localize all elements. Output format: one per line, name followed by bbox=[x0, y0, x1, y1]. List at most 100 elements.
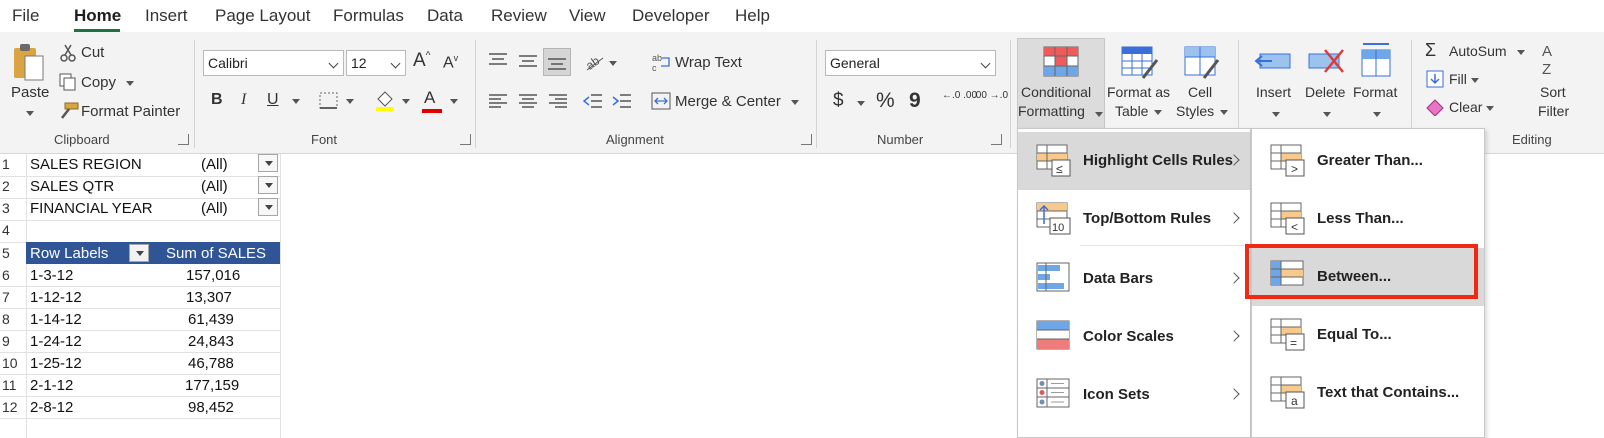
autosum-button[interactable]: AutoSum bbox=[1449, 43, 1525, 59]
increase-indent-icon[interactable] bbox=[612, 93, 632, 109]
borders-dropdown-icon[interactable] bbox=[342, 92, 354, 109]
menu-item-less-than[interactable]: < Less Than... bbox=[1252, 190, 1484, 248]
percent-button[interactable]: % bbox=[876, 89, 895, 113]
format-button[interactable]: Format bbox=[1353, 84, 1397, 100]
row-header[interactable]: 3 bbox=[0, 200, 26, 216]
bottom-align-button[interactable] bbox=[543, 48, 571, 76]
menu-item-greater-than[interactable]: > Greater Than... bbox=[1252, 132, 1484, 190]
row-header[interactable]: 7 bbox=[0, 289, 26, 305]
row-header[interactable]: 9 bbox=[0, 333, 26, 349]
increase-decimal-button[interactable]: ←.0 .00 bbox=[942, 90, 977, 101]
pivot-header-sum-of-sales[interactable]: Sum of SALES bbox=[166, 245, 266, 262]
row-header[interactable]: 6 bbox=[0, 267, 26, 283]
align-left-icon[interactable] bbox=[488, 93, 508, 109]
filter-dropdown-sales-region[interactable] bbox=[258, 154, 278, 172]
pivot-row-value[interactable]: 177,159 bbox=[185, 377, 239, 394]
font-size-select[interactable]: 12 bbox=[346, 50, 406, 76]
wrap-text-button[interactable]: Wrap Text bbox=[675, 54, 742, 71]
filter-value-sales-qtr[interactable]: (All) bbox=[201, 178, 228, 195]
pivot-row-label[interactable]: 1-25-12 bbox=[30, 355, 82, 372]
underline-button[interactable]: U bbox=[267, 91, 279, 109]
number-format-select[interactable]: General bbox=[825, 50, 996, 76]
tab-formulas[interactable]: Formulas bbox=[333, 6, 404, 26]
menu-item-highlight-cells-rules[interactable]: ≤ Highlight Cells Rules bbox=[1018, 132, 1250, 190]
row-header[interactable]: 10 bbox=[0, 355, 26, 371]
fill-color-icon[interactable] bbox=[374, 90, 396, 112]
top-align-icon[interactable] bbox=[488, 52, 508, 66]
menu-item-top-bottom-rules[interactable]: 10 Top/Bottom Rules bbox=[1018, 190, 1250, 248]
clear-button[interactable]: Clear bbox=[1449, 99, 1495, 115]
tab-help[interactable]: Help bbox=[735, 6, 770, 26]
pivot-row-value[interactable]: 46,788 bbox=[188, 355, 234, 372]
insert-button[interactable]: Insert bbox=[1256, 84, 1291, 100]
middle-align-icon[interactable] bbox=[518, 54, 538, 68]
pivot-row-label[interactable]: 2-8-12 bbox=[30, 399, 73, 416]
fill-button[interactable]: Fill bbox=[1449, 71, 1479, 87]
format-as-table-button[interactable]: Format as bbox=[1107, 84, 1170, 100]
tab-review[interactable]: Review bbox=[491, 6, 547, 26]
pivot-row-value[interactable]: 157,016 bbox=[186, 267, 240, 284]
tab-page-layout[interactable]: Page Layout bbox=[215, 6, 310, 26]
pivot-row-value[interactable]: 24,843 bbox=[188, 333, 234, 350]
pivot-row-label[interactable]: 1-14-12 bbox=[30, 311, 82, 328]
tab-data[interactable]: Data bbox=[427, 6, 463, 26]
pivot-row-value[interactable]: 61,439 bbox=[188, 311, 234, 328]
filter-label-sales-qtr[interactable]: SALES QTR bbox=[30, 178, 114, 195]
menu-item-data-bars[interactable]: Data Bars bbox=[1018, 250, 1250, 308]
row-header[interactable]: 8 bbox=[0, 311, 26, 327]
pivot-row-label[interactable]: 1-12-12 bbox=[30, 289, 82, 306]
underline-dropdown-icon[interactable] bbox=[288, 92, 300, 109]
pivot-header-row-labels[interactable]: Row Labels bbox=[30, 245, 108, 262]
row-header[interactable]: 1 bbox=[0, 156, 26, 172]
paste-icon[interactable] bbox=[12, 42, 46, 82]
alignment-launcher-icon[interactable] bbox=[801, 134, 812, 145]
sort-filter-button[interactable]: Sort bbox=[1540, 84, 1566, 100]
delete-button[interactable]: Delete bbox=[1305, 84, 1345, 100]
format-dropdown-icon[interactable] bbox=[1369, 105, 1381, 122]
row-header[interactable]: 11 bbox=[0, 377, 26, 393]
cut-button[interactable]: Cut bbox=[81, 44, 104, 61]
currency-dropdown-icon[interactable] bbox=[853, 94, 865, 111]
cell-styles-button[interactable]: Cell bbox=[1188, 84, 1212, 100]
currency-button[interactable]: $ bbox=[833, 90, 844, 112]
fill-color-dropdown-icon[interactable] bbox=[398, 92, 410, 109]
italic-button[interactable]: I bbox=[241, 91, 246, 109]
tab-insert[interactable]: Insert bbox=[145, 6, 188, 26]
menu-item-icon-sets[interactable]: Icon Sets bbox=[1018, 366, 1250, 424]
row-labels-filter-dropdown[interactable] bbox=[129, 244, 149, 262]
insert-dropdown-icon[interactable] bbox=[1268, 105, 1280, 122]
tab-view[interactable]: View bbox=[569, 6, 606, 26]
row-header[interactable]: 4 bbox=[0, 222, 26, 238]
row-header[interactable]: 5 bbox=[0, 245, 26, 261]
decrease-decimal-button[interactable]: .00 →.0 bbox=[973, 90, 1008, 101]
orientation-icon[interactable]: ab bbox=[583, 50, 605, 72]
align-right-icon[interactable] bbox=[548, 93, 568, 109]
filter-value-sales-region[interactable]: (All) bbox=[201, 156, 228, 173]
decrease-indent-icon[interactable] bbox=[583, 93, 603, 109]
filter-dropdown-sales-qtr[interactable] bbox=[258, 176, 278, 194]
row-header[interactable]: 2 bbox=[0, 178, 26, 194]
tab-home[interactable]: Home bbox=[74, 6, 121, 26]
copy-button[interactable]: Copy bbox=[81, 74, 135, 91]
menu-item-color-scales[interactable]: Color Scales bbox=[1018, 308, 1250, 366]
pivot-row-value[interactable]: 98,452 bbox=[188, 399, 234, 416]
tab-file[interactable]: File bbox=[12, 6, 39, 26]
comma-style-button[interactable]: 9 bbox=[909, 89, 921, 113]
filter-label-sales-region[interactable]: SALES REGION bbox=[30, 156, 142, 173]
align-center-icon[interactable] bbox=[518, 93, 538, 109]
format-painter-button[interactable]: Format Painter bbox=[81, 103, 180, 120]
orientation-dropdown-icon[interactable] bbox=[605, 54, 617, 71]
grow-font-button[interactable]: A^ bbox=[413, 50, 430, 72]
menu-item-equal-to[interactable]: = Equal To... bbox=[1252, 306, 1484, 364]
menu-item-text-that-contains[interactable]: a Text that Contains... bbox=[1252, 364, 1484, 422]
number-launcher-icon[interactable] bbox=[991, 134, 1002, 145]
font-color-button[interactable]: A bbox=[424, 88, 435, 108]
merge-center-dropdown-icon[interactable] bbox=[787, 93, 799, 110]
filter-value-financial-year[interactable]: (All) bbox=[201, 200, 228, 217]
filter-label-financial-year[interactable]: FINANCIAL YEAR bbox=[30, 200, 153, 217]
delete-dropdown-icon[interactable] bbox=[1319, 105, 1331, 122]
pivot-row-label[interactable]: 1-3-12 bbox=[30, 267, 73, 284]
tab-developer[interactable]: Developer bbox=[632, 6, 710, 26]
font-name-select[interactable]: Calibri bbox=[203, 50, 344, 76]
bold-button[interactable]: B bbox=[211, 91, 223, 109]
